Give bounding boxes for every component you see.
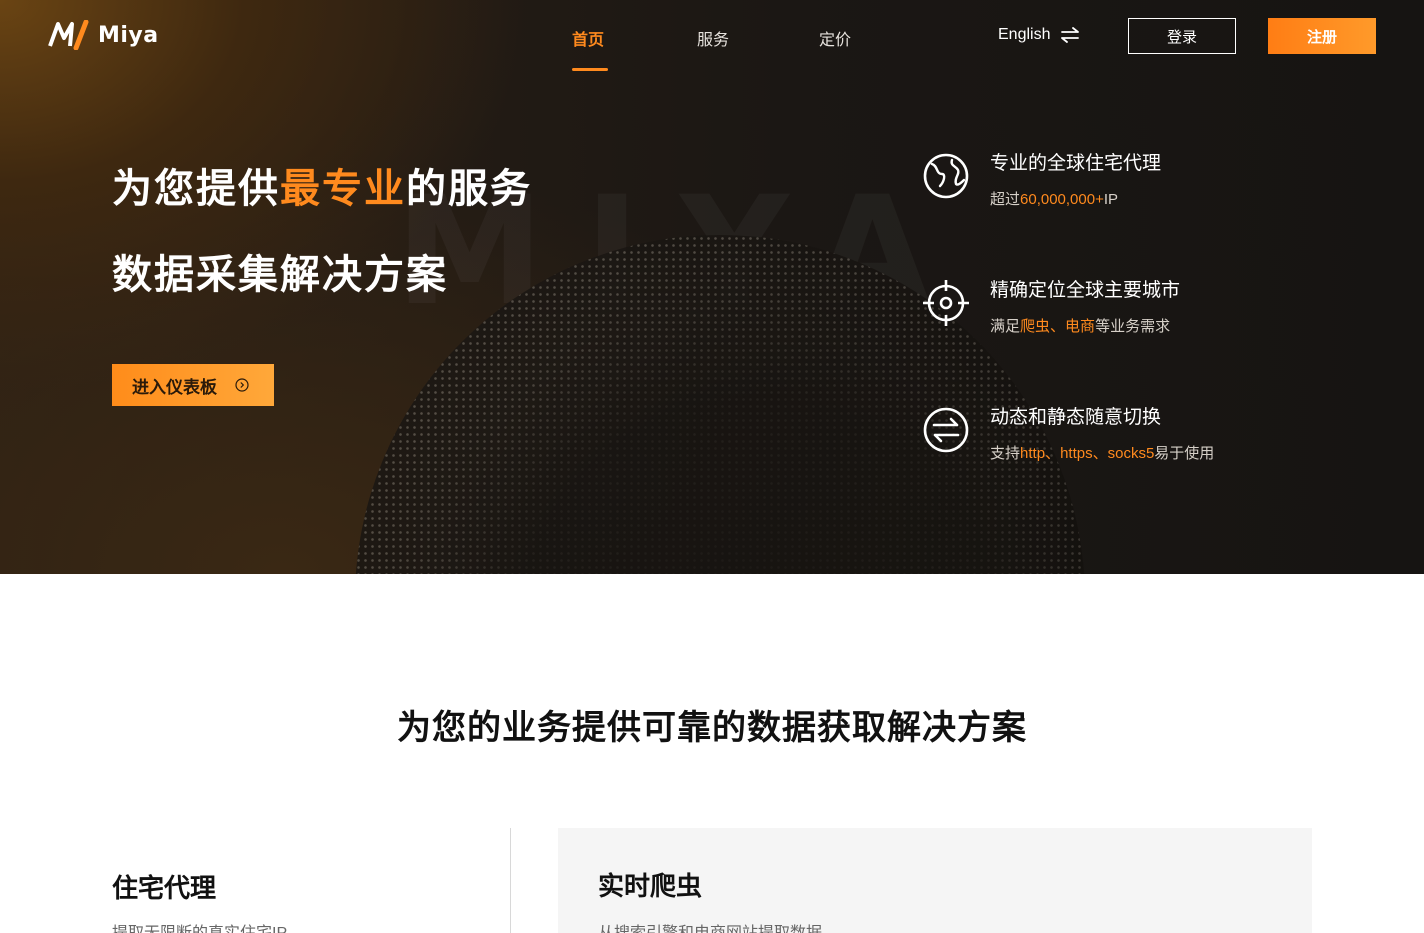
card-desc-residential-proxy: 提取无限断的真实住宅IP <box>112 919 287 933</box>
feature-sub-text: 、 <box>1045 445 1061 462</box>
card-title-residential-proxy[interactable]: 住宅代理 <box>112 868 216 905</box>
feature-subtitle: 超过60,000,000+IP <box>990 188 1118 209</box>
feature-title: 精确定位全球主要城市 <box>990 280 1181 301</box>
section-title: 为您的业务提供可靠的数据获取解决方案 <box>397 709 1027 747</box>
feature-sub-text: IP <box>1103 191 1119 208</box>
feature-title: 专业的全球住宅代理 <box>990 153 1162 174</box>
nav-active-indicator <box>572 68 608 71</box>
logo[interactable]: Miya <box>48 20 159 50</box>
swap-arrows-icon <box>1061 27 1080 43</box>
login-button[interactable]: 登录 <box>1128 18 1236 54</box>
miya-logo-icon <box>48 20 89 50</box>
section-divider <box>510 828 511 933</box>
hero-title-highlight: 最专业 <box>280 167 406 211</box>
card-title-realtime-crawler: 实时爬虫 <box>598 871 703 901</box>
nav-pricing[interactable]: 定价 <box>819 26 851 50</box>
feature-sub-highlight: 60,000,000+ <box>1020 191 1104 208</box>
language-label: English <box>998 26 1051 43</box>
arrow-circle-icon <box>235 378 249 392</box>
enter-dashboard-label: 进入仪表板 <box>132 377 217 397</box>
feature-subtitle: 满足爬虫、电商等业务需求 <box>990 315 1170 336</box>
card-realtime-crawler[interactable]: 实时爬虫 从搜索引擎和电商网站提取数据 <box>558 828 1312 933</box>
feature-title: 动态和静态随意切换 <box>990 407 1162 428</box>
language-switcher[interactable]: English <box>998 26 1080 44</box>
hero-title-suffix: 的服务 <box>406 167 532 211</box>
hero-title-prefix: 为您提供 <box>112 167 280 211</box>
enter-dashboard-button[interactable]: 进入仪表板 <box>112 364 274 406</box>
target-icon <box>923 280 969 326</box>
feature-sub-highlight: 电商 <box>1065 318 1096 335</box>
hero-banner: MIYA Miya 首页 服务 定价 English 登录 注册 为您提供最专业… <box>0 0 1424 574</box>
feature-sub-text: 支持 <box>990 445 1021 462</box>
switch-icon <box>923 407 969 453</box>
feature-sub-text: 超过 <box>990 191 1021 208</box>
nav-services[interactable]: 服务 <box>697 26 729 50</box>
feature-sub-highlight: 爬虫 <box>1020 318 1051 335</box>
register-button[interactable]: 注册 <box>1268 18 1376 54</box>
feature-sub-highlight: https <box>1060 445 1093 462</box>
brand-name: Miya <box>98 22 159 48</box>
hero-title-line1: 为您提供最专业的服务 <box>112 156 532 214</box>
feature-sub-text: 、 <box>1050 318 1066 335</box>
feature-sub-text: 、 <box>1092 445 1108 462</box>
hero-title-line2: 数据采集解决方案 <box>112 253 448 297</box>
feature-sub-highlight: http <box>1020 445 1046 462</box>
globe-icon <box>923 153 969 199</box>
feature-sub-highlight: socks5 <box>1107 445 1155 462</box>
feature-sub-text: 等业务需求 <box>1095 318 1171 335</box>
feature-sub-text: 满足 <box>990 318 1021 335</box>
card-desc-realtime-crawler: 从搜索引擎和电商网站提取数据 <box>598 919 822 933</box>
nav-home[interactable]: 首页 <box>572 26 604 50</box>
feature-sub-text: 易于使用 <box>1154 445 1215 462</box>
feature-subtitle: 支持http、https、socks5易于使用 <box>990 442 1214 463</box>
